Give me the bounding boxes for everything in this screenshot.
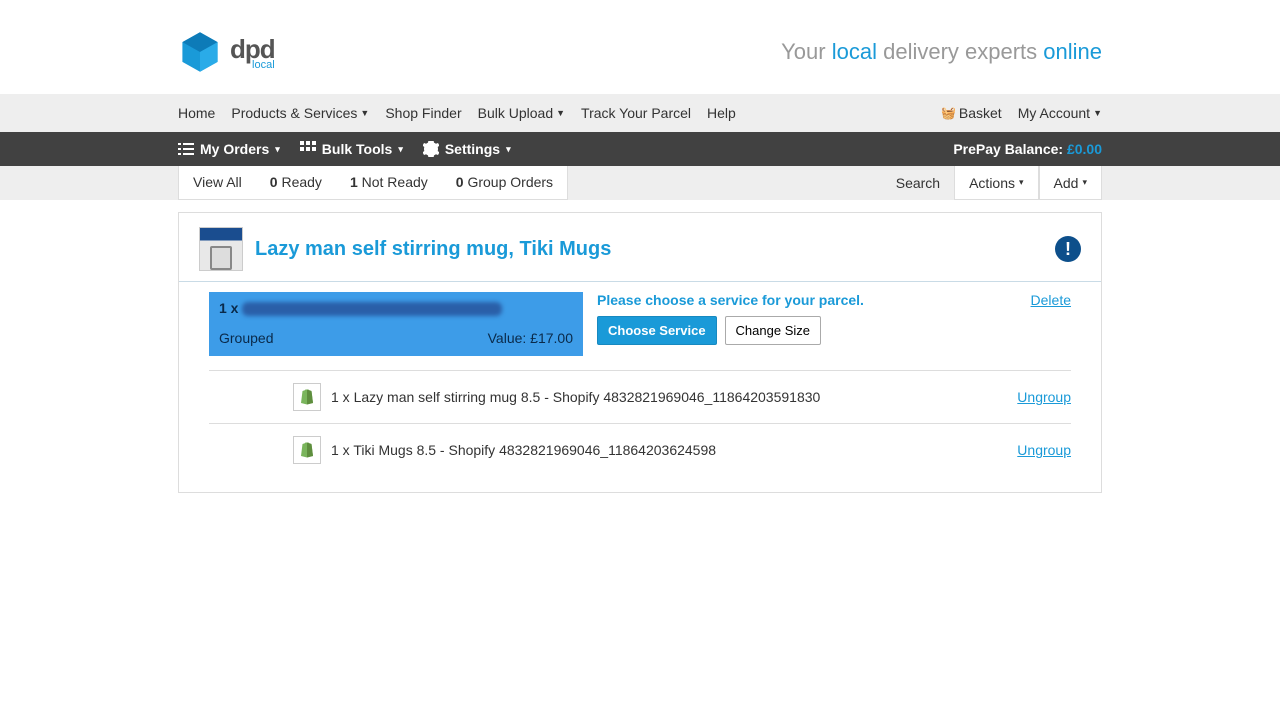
line-item-text: 1 x Lazy man self stirring mug 8.5 - Sho… (331, 389, 1007, 405)
nav-shop-finder[interactable]: Shop Finder (385, 105, 461, 121)
parcel-summary[interactable]: 1 x Grouped Value: £17.00 (209, 292, 583, 356)
gear-icon (423, 141, 439, 157)
ungroup-link[interactable]: Ungroup (1017, 389, 1071, 405)
nav-home[interactable]: Home (178, 105, 215, 121)
my-orders-menu[interactable]: My Orders▾ (178, 141, 280, 157)
nav-help[interactable]: Help (707, 105, 736, 121)
shopify-icon (293, 383, 321, 411)
change-size-button[interactable]: Change Size (725, 316, 821, 345)
actions-menu[interactable]: Actions▾ (954, 166, 1038, 200)
redacted-text (242, 302, 502, 316)
order-panel: Lazy man self stirring mug, Tiki Mugs ! … (178, 212, 1102, 493)
main-nav: Home Products & Services▼ Shop Finder Bu… (0, 94, 1280, 132)
line-item: 1 x Tiki Mugs 8.5 - Shopify 483282196904… (209, 423, 1071, 476)
list-icon (178, 141, 194, 157)
caret-down-icon: ▼ (1093, 108, 1102, 118)
caret-down-icon: ▼ (360, 108, 369, 118)
delete-link[interactable]: Delete (1031, 292, 1071, 308)
tab-view-all[interactable]: View All (179, 166, 256, 199)
caret-down-icon: ▾ (1082, 177, 1087, 188)
prepay-balance: PrePay Balance: £0.00 (953, 141, 1102, 157)
caret-down-icon: ▾ (398, 144, 403, 155)
tab-group-orders[interactable]: 0 Group Orders (442, 166, 567, 199)
shopify-icon (293, 436, 321, 464)
alert-icon[interactable]: ! (1055, 236, 1081, 262)
tagline: Your local delivery experts online (781, 39, 1102, 65)
product-thumbnail (199, 227, 243, 271)
caret-down-icon: ▾ (275, 144, 280, 155)
caret-down-icon: ▾ (1019, 177, 1024, 188)
nav-basket[interactable]: 🧺Basket (941, 105, 1002, 121)
tab-ready[interactable]: 0 Ready (256, 166, 336, 199)
nav-account[interactable]: My Account▼ (1018, 105, 1102, 121)
tab-not-ready[interactable]: 1 Not Ready (336, 166, 442, 199)
cube-icon (178, 30, 222, 74)
brand-logo[interactable]: dpd local (178, 30, 275, 74)
caret-down-icon: ▼ (556, 108, 565, 118)
nav-products[interactable]: Products & Services▼ (231, 105, 369, 121)
ungroup-link[interactable]: Ungroup (1017, 442, 1071, 458)
order-title[interactable]: Lazy man self stirring mug, Tiki Mugs (255, 238, 1043, 261)
choose-service-button[interactable]: Choose Service (597, 316, 717, 345)
bulk-tools-menu[interactable]: Bulk Tools▾ (300, 141, 403, 157)
filter-bar: View All 0 Ready 1 Not Ready 0 Group Ord… (0, 166, 1280, 200)
brand-sub: local (230, 59, 275, 71)
basket-icon: 🧺 (941, 106, 956, 120)
header: dpd local Your local delivery experts on… (0, 0, 1280, 94)
nav-track[interactable]: Track Your Parcel (581, 105, 691, 121)
search-link[interactable]: Search (882, 166, 954, 200)
service-prompt: Please choose a service for your parcel. (597, 292, 1017, 308)
grouped-label: Grouped (219, 330, 273, 346)
add-menu[interactable]: Add▾ (1039, 166, 1102, 200)
caret-down-icon: ▾ (506, 144, 511, 155)
settings-menu[interactable]: Settings▾ (423, 141, 511, 157)
line-item-text: 1 x Tiki Mugs 8.5 - Shopify 483282196904… (331, 442, 1007, 458)
value-label: Value: £17.00 (488, 330, 573, 346)
line-item: 1 x Lazy man self stirring mug 8.5 - Sho… (209, 370, 1071, 423)
grid-icon (300, 141, 316, 157)
toolbar: My Orders▾ Bulk Tools▾ Settings▾ PrePay … (0, 132, 1280, 166)
nav-bulk-upload[interactable]: Bulk Upload▼ (478, 105, 565, 121)
